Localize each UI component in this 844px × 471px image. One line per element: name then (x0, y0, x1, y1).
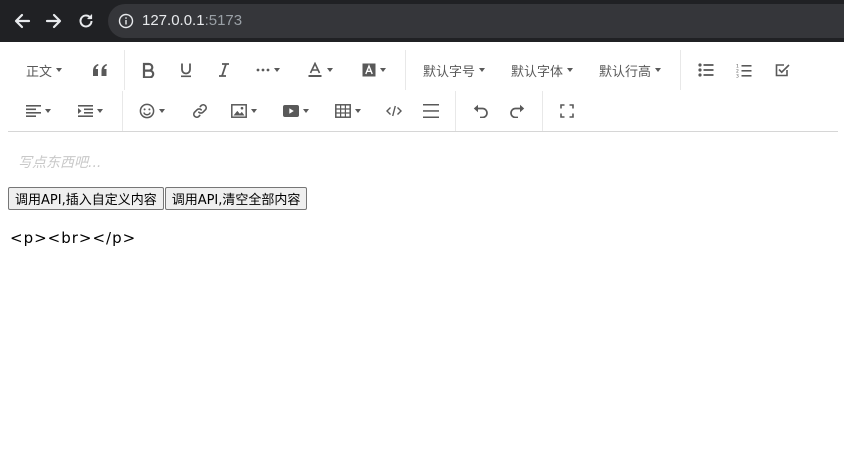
todo-button[interactable] (770, 54, 794, 86)
background-color-menu[interactable] (358, 54, 390, 86)
bold-icon (142, 62, 155, 78)
undo-icon (473, 104, 488, 118)
clear-all-content-button[interactable]: 调用API,清空全部内容 (164, 187, 308, 210)
chevron-down-icon (567, 68, 573, 72)
svg-text:3: 3 (736, 73, 739, 78)
chevron-down-icon (159, 109, 165, 113)
address-bar[interactable]: 127.0.0.1:5173 (108, 4, 844, 38)
back-arrow-icon[interactable] (10, 9, 34, 33)
font-size-label: 默认字号 (422, 64, 475, 80)
toolbar-divider (542, 91, 543, 131)
more-style-menu[interactable] (252, 54, 284, 86)
video-icon (283, 105, 299, 117)
numbered-list-icon: 123 (736, 63, 752, 78)
indent-icon (77, 105, 93, 117)
chevron-down-icon (96, 109, 103, 113)
chevron-down-icon (303, 109, 309, 113)
line-height-select[interactable]: 默认行高 (596, 54, 664, 86)
fullscreen-button[interactable] (555, 95, 579, 127)
underline-icon (181, 63, 191, 78)
justify-menu[interactable] (22, 95, 54, 127)
emotion-menu[interactable] (136, 95, 168, 127)
background-color-icon (362, 63, 376, 77)
video-menu[interactable] (280, 95, 312, 127)
chevron-down-icon (274, 68, 280, 72)
bulleted-list-icon (698, 63, 714, 77)
checkbox-icon (775, 64, 790, 77)
toolbar-divider (122, 91, 123, 131)
header-select[interactable]: 正文 (22, 54, 66, 86)
font-family-select[interactable]: 默认字体 (508, 54, 576, 86)
table-icon (335, 104, 351, 118)
undo-button[interactable] (468, 95, 492, 127)
quote-icon (93, 64, 108, 76)
toolbar-divider (405, 50, 406, 90)
chevron-down-icon (251, 109, 257, 113)
image-icon (231, 104, 247, 118)
code-block-button[interactable] (382, 95, 406, 127)
italic-icon (219, 63, 229, 77)
chevron-down-icon (655, 68, 661, 72)
editor-placeholder: 写点东西吧... (18, 155, 102, 171)
toolbar-divider (680, 50, 681, 90)
url-host: 127.0.0.1 (142, 12, 205, 29)
toolbar-row-2 (8, 91, 838, 131)
chevron-down-icon (327, 68, 333, 72)
info-icon[interactable] (118, 13, 134, 29)
blockquote-button[interactable] (88, 54, 112, 86)
api-buttons: 调用API,插入自定义内容 调用API,清空全部内容 (8, 187, 308, 210)
insert-custom-content-button[interactable]: 调用API,插入自定义内容 (8, 187, 164, 210)
more-icon (256, 68, 270, 72)
horizontal-rule-icon (423, 104, 439, 118)
toolbar-divider (124, 50, 125, 90)
indent-menu[interactable] (74, 95, 106, 127)
image-menu[interactable] (228, 95, 260, 127)
font-color-menu[interactable] (304, 54, 336, 86)
emoji-icon (139, 103, 155, 119)
chevron-down-icon (355, 109, 361, 113)
forward-arrow-icon[interactable] (42, 9, 66, 33)
editor-text-area[interactable]: 写点东西吧... (8, 132, 838, 182)
toolbar-row-1: 正文 默认字号 默认字体 默认行高 1 2 3 (8, 50, 838, 90)
numbered-list-button[interactable]: 123 (732, 54, 756, 86)
line-height-label: 默认行高 (598, 64, 651, 80)
editor-toolbar: 正文 默认字号 默认字体 默认行高 1 2 3 (8, 50, 838, 132)
chevron-down-icon (380, 68, 386, 72)
align-left-icon (25, 105, 41, 117)
font-family-label: 默认字体 (510, 64, 563, 80)
italic-button[interactable] (212, 54, 236, 86)
chevron-down-icon (44, 109, 51, 113)
divider-button[interactable] (419, 95, 443, 127)
chevron-down-icon (479, 68, 485, 72)
browser-toolbar: 127.0.0.1:5173 (0, 0, 844, 42)
url-port: :5173 (204, 12, 243, 29)
header-select-label: 正文 (25, 64, 52, 80)
reload-icon[interactable] (74, 9, 98, 33)
link-icon (193, 104, 207, 118)
editor-html-output: <p><br></p> (10, 229, 137, 247)
font-color-icon (308, 62, 322, 77)
code-icon (386, 105, 402, 117)
underline-button[interactable] (174, 54, 198, 86)
bulleted-list-button[interactable] (694, 54, 718, 86)
url-text: 127.0.0.1:5173 (142, 12, 242, 29)
fullscreen-icon (560, 104, 574, 118)
font-size-select[interactable]: 默认字号 (420, 54, 488, 86)
insert-link-button[interactable] (188, 95, 212, 127)
table-menu[interactable] (332, 95, 364, 127)
redo-icon (510, 104, 525, 118)
toolbar-divider (455, 91, 456, 131)
bold-button[interactable] (136, 54, 160, 86)
chevron-down-icon (56, 68, 62, 72)
redo-button[interactable] (506, 95, 530, 127)
